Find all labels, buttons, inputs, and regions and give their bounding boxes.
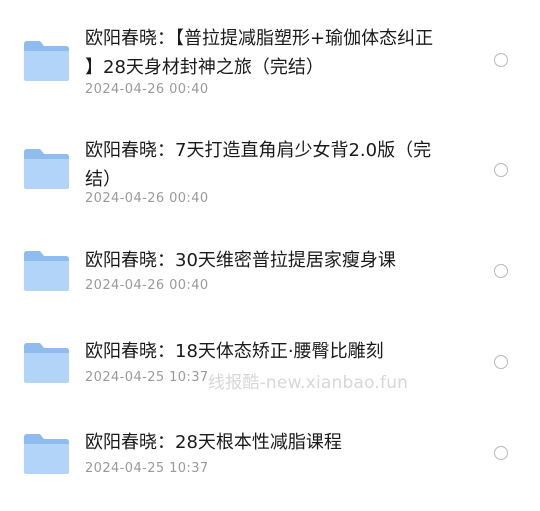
folder-icon	[24, 434, 69, 474]
folder-icon	[24, 251, 69, 291]
file-name: 欧阳春晓：28天根本性减脂课程	[85, 432, 342, 453]
file-date: 2024-04-26 00:40	[85, 82, 209, 97]
file-name: 欧阳春晓：【普拉提减脂塑形+瑜伽体态纠正 】28天身材封神之旅（完结）	[85, 28, 434, 78]
folder-icon	[24, 41, 69, 81]
file-list: 欧阳春晓：【普拉提减脂塑形+瑜伽体态纠正 】28天身材封神之旅（完结） 2024…	[0, 0, 540, 511]
file-date: 2024-04-25 10:37	[85, 461, 209, 476]
file-date: 2024-04-25 10:37	[85, 370, 209, 385]
file-date: 2024-04-26 00:40	[85, 191, 209, 206]
watermark-text: 线报酷-new.xianbao.fun	[208, 373, 409, 393]
file-name: 欧阳春晓：30天维密普拉提居家瘦身课	[85, 250, 396, 271]
file-row[interactable]: 欧阳春晓：28天根本性减脂课程 2024-04-25 10:37	[0, 412, 540, 504]
select-radio[interactable]	[494, 446, 508, 460]
file-row[interactable]: 欧阳春晓：30天维密普拉提居家瘦身课 2024-04-26 00:40	[0, 228, 540, 312]
file-date: 2024-04-26 00:40	[85, 278, 209, 293]
file-name: 欧阳春晓：7天打造直角肩少女背2.0版（完结）	[85, 140, 432, 190]
folder-icon	[24, 149, 69, 189]
file-name: 欧阳春晓：18天体态矫正·腰臀比雕刻	[85, 341, 384, 362]
file-row[interactable]: 欧阳春晓：【普拉提减脂塑形+瑜伽体态纠正 】28天身材封神之旅（完结） 2024…	[0, 0, 540, 111]
select-radio[interactable]	[494, 163, 508, 177]
select-radio[interactable]	[494, 53, 508, 67]
select-radio[interactable]	[494, 355, 508, 369]
select-radio[interactable]	[494, 264, 508, 278]
file-row[interactable]: 欧阳春晓：7天打造直角肩少女背2.0版（完结） 2024-04-26 00:40	[0, 118, 540, 218]
folder-icon	[24, 343, 69, 383]
